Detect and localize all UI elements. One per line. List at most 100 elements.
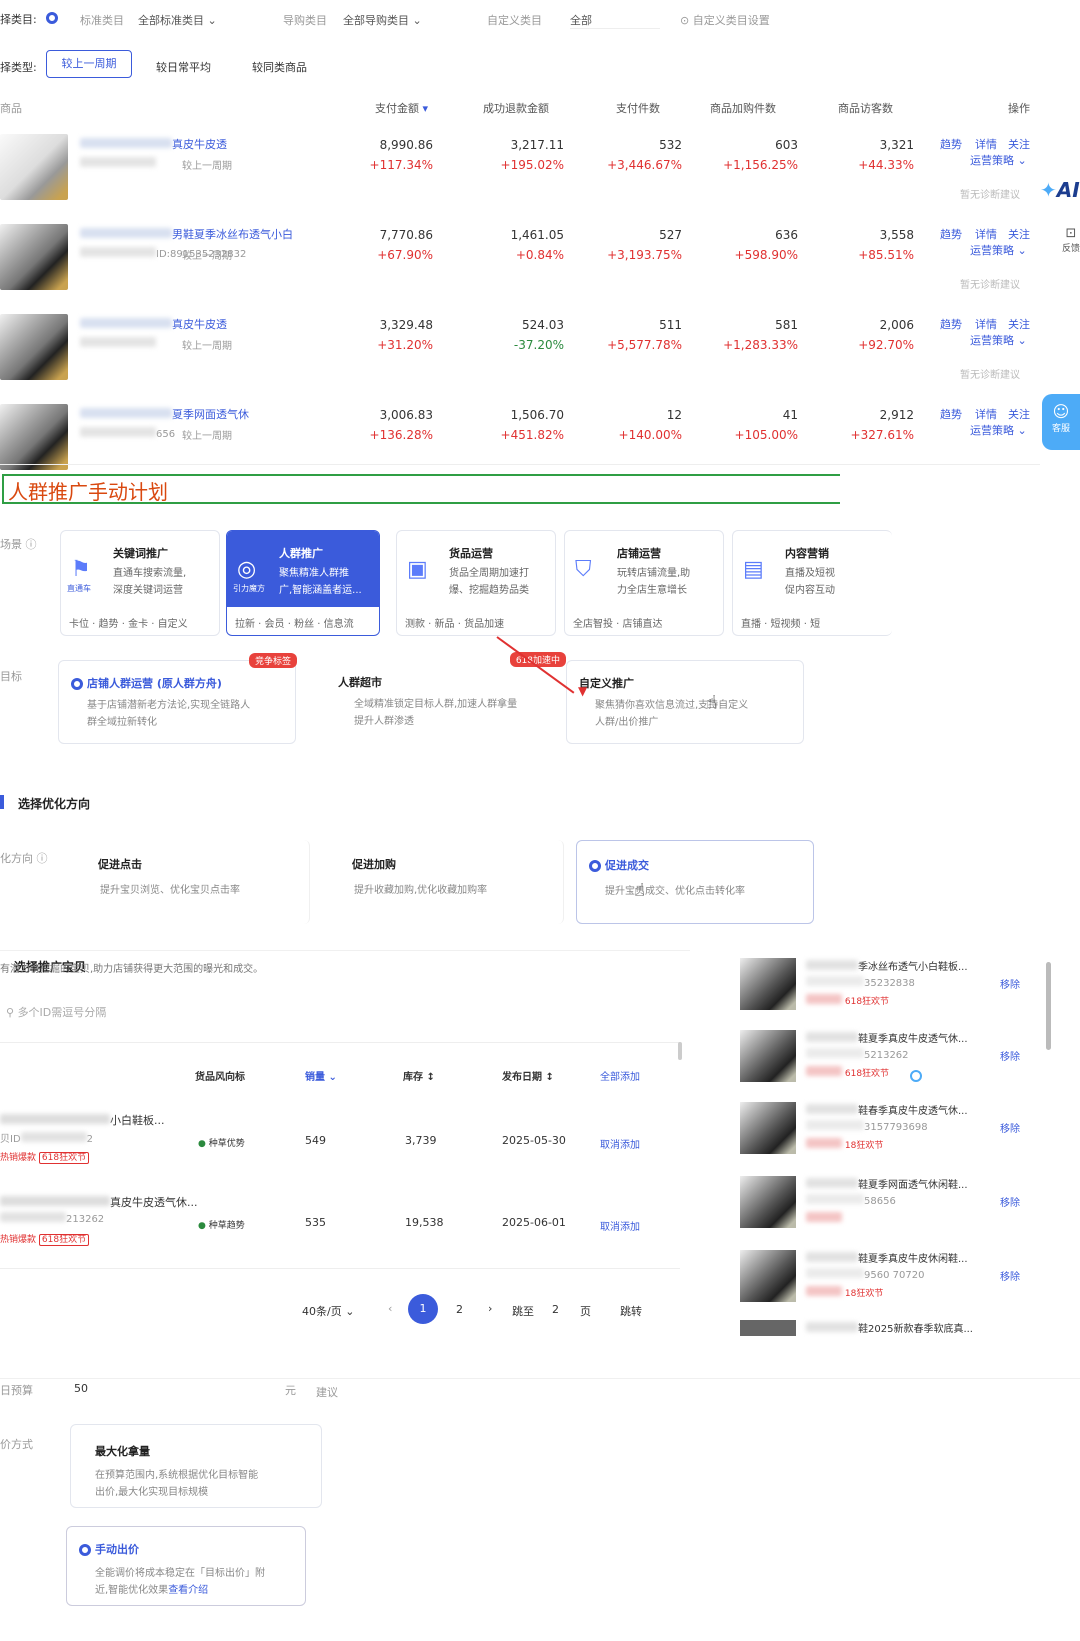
selected-thumbnail — [740, 1030, 796, 1082]
col-header-qty[interactable]: 支付件数 — [616, 100, 660, 116]
product-thumbnail[interactable] — [0, 314, 68, 380]
opt-card-1[interactable]: 促进加购 提升收藏加购,优化收藏加购率 — [326, 840, 564, 924]
compare-option-daily[interactable]: 较日常平均 — [156, 59, 211, 75]
bid-max-card[interactable]: 最大化拿量 在预算范围内,系统根据优化目标智能 出价,最大化实现目标规模 — [70, 1424, 322, 1508]
goal-badge: 竞争标签 — [248, 653, 297, 668]
prev-page-button[interactable]: ‹ — [388, 1302, 392, 1315]
col-header-pay[interactable]: 支付金额 ▾ — [375, 100, 428, 116]
page-size-select[interactable]: 40条/页 ⌄ — [302, 1303, 354, 1319]
product-name[interactable]: 真皮牛皮透 — [172, 318, 227, 331]
custom-category-select[interactable]: 全部 — [570, 12, 660, 29]
guide-category-select[interactable]: 全部导购类目 ⌄ — [343, 12, 422, 28]
goal-card-0[interactable]: 店铺人群运营 (原人群方舟) 基于店铺潜新老方法论,实现全链路人 群全域拉新转化 竞争… — [58, 653, 297, 744]
scene-icon: ▣ — [407, 557, 428, 582]
detail-link[interactable]: 详情 — [975, 226, 997, 242]
pay-value: 3,006.83 — [379, 408, 433, 422]
product-name[interactable]: 男鞋夏季冰丝布透气小白 — [172, 228, 293, 241]
trend-link[interactable]: 趋势 — [940, 406, 962, 422]
col-header-cart[interactable]: 商品加购件数 — [710, 100, 776, 116]
opt-card-2[interactable]: 促进成交 提升宝贝成交、优化点击转化率 — [576, 840, 814, 924]
page-2-button[interactable]: 2 — [456, 1303, 463, 1316]
selected-scrollbar[interactable] — [1046, 962, 1051, 1050]
compare-type-label: 择类型: — [0, 61, 37, 74]
goods-search[interactable]: ⚲ 多个ID需逗号分隔 — [6, 1004, 106, 1020]
category-radio[interactable] — [46, 12, 58, 24]
col-header-refund[interactable]: 成功退款金额 — [483, 100, 549, 116]
strategy-dropdown[interactable]: 运营策略 ⌄ — [970, 152, 1027, 168]
follow-link[interactable]: 关注 — [1008, 406, 1030, 422]
remove-button[interactable]: 移除 — [1000, 1268, 1020, 1283]
scene-label: 场景 ⓘ — [0, 538, 37, 551]
feedback-button[interactable]: ⊡ 反馈 — [1062, 226, 1080, 254]
customer-service-button[interactable]: ☺ 客服 — [1042, 394, 1080, 450]
compare-option-peer[interactable]: 较同类商品 — [252, 59, 307, 75]
goal-card-2[interactable]: 自定义推广 聚焦猜你喜欢信息流过,支持自定义 人群/出价推广 — [566, 660, 804, 744]
trend-link[interactable]: 趋势 — [940, 226, 962, 242]
trend-link[interactable]: 趋势 — [940, 136, 962, 152]
period-label: 较上一周期 — [182, 161, 232, 172]
scene-card-0[interactable]: ⚑ 直通车 关键词推广 直通车搜索流量, 深度关键词运营 卡位 · 趋势 · 金卡 · 自… — [60, 530, 220, 636]
std-category-select[interactable]: 全部标准类目 ⌄ — [138, 12, 217, 28]
scene-card-4[interactable]: ▤ 内容营销 直播及短视 促内容互动 直播 · 短视频 · 短 — [732, 530, 892, 636]
strategy-dropdown[interactable]: 运营策略 ⌄ — [970, 242, 1027, 258]
table-row[interactable]: 男鞋夏季冰丝布透气小白 — [80, 226, 293, 242]
table-row[interactable]: 夏季网面透气休 — [80, 406, 249, 422]
remove-button[interactable]: 移除 — [1000, 1194, 1020, 1209]
bid-manual-card[interactable]: 手动出价 全能调价将成本稳定在「目标出价」附 近,智能优化效果查看介绍 — [66, 1526, 306, 1606]
follow-link[interactable]: 关注 — [1008, 226, 1030, 242]
cancel-add-button[interactable]: 取消添加 — [600, 1136, 640, 1151]
goods-scrollbar[interactable] — [678, 1042, 682, 1060]
selected-item: 鞋夏季真皮牛皮休闲鞋... — [806, 1250, 968, 1265]
follow-link[interactable]: 关注 — [1008, 136, 1030, 152]
col-header-product: 商品 — [0, 102, 22, 115]
budget-label: 日预算 — [0, 1384, 33, 1397]
follow-link[interactable]: 关注 — [1008, 316, 1030, 332]
page-1-button[interactable]: 1 — [408, 1294, 438, 1324]
budget-unit: 元 — [285, 1384, 296, 1397]
detail-link[interactable]: 详情 — [975, 316, 997, 332]
scene-card-3[interactable]: ⛉ 店铺运营 玩转店铺流量,助 力全店生意增长 全店智投 · 店铺直达 — [564, 530, 724, 636]
product-thumbnail[interactable] — [0, 224, 68, 290]
goal-desc: 聚焦猜你喜欢信息流过,支持自定义 人群/出价推广 — [595, 700, 749, 728]
scene-icon-label: 直通车 — [67, 584, 91, 593]
chevron-down-icon: ⌄ — [412, 14, 422, 27]
remove-button[interactable]: 移除 — [1000, 1120, 1020, 1135]
col-header-uv[interactable]: 商品访客数 — [838, 100, 893, 116]
budget-input[interactable]: 50 — [74, 1382, 294, 1395]
arrow-head-icon: ▼ — [578, 684, 588, 698]
cancel-add-button[interactable]: 取消添加 — [600, 1218, 640, 1233]
col-date[interactable]: 发布日期 ↕ — [502, 1068, 554, 1083]
compare-option-prev[interactable]: 较上一周期 — [46, 50, 132, 78]
product-name[interactable]: 真皮牛皮透 — [172, 138, 227, 151]
next-page-button[interactable]: › — [488, 1302, 492, 1315]
opt-label: 化方向 ⓘ — [0, 852, 48, 865]
goods-row[interactable]: 小白鞋板... — [0, 1112, 165, 1128]
view-intro-link[interactable]: 查看介绍 — [168, 1585, 208, 1596]
product-thumbnail[interactable] — [0, 134, 68, 200]
trend-link[interactable]: 趋势 — [940, 316, 962, 332]
remove-button[interactable]: 移除 — [1000, 1048, 1020, 1063]
opt-desc: 提升宝贝成交、优化点击转化率 — [605, 886, 745, 897]
goal-card-1[interactable]: 人群超市 全域精准锁定目标人群,加速人群拿量 提升人群渗透 618加速中 — [326, 652, 566, 744]
ai-assistant-button[interactable]: ✦AI — [1040, 178, 1080, 202]
selected-thumbnail — [740, 1250, 796, 1302]
table-row[interactable]: 真皮牛皮透 — [80, 136, 227, 152]
jump-input[interactable]: 2 — [552, 1303, 559, 1316]
scene-card-1[interactable]: ◎ 引力魔方 人群推广 聚焦精准人群推 广,智能涵盖者运... 拉新 · 会员 · 粉丝 … — [226, 530, 380, 636]
opt-card-0[interactable]: 促进点击 提升宝贝浏览、优化宝贝点击率 — [72, 840, 310, 924]
product-thumbnail[interactable] — [0, 404, 68, 470]
table-row[interactable]: 真皮牛皮透 — [80, 316, 227, 332]
jump-button[interactable]: 跳转 — [620, 1303, 642, 1319]
product-name[interactable]: 夏季网面透气休 — [172, 408, 249, 421]
col-sales[interactable]: 销量 ⌄ — [305, 1068, 337, 1083]
col-stock[interactable]: 库存 ↕ — [403, 1068, 435, 1083]
detail-link[interactable]: 详情 — [975, 406, 997, 422]
detail-link[interactable]: 详情 — [975, 136, 997, 152]
add-all-button[interactable]: 全部添加 — [600, 1068, 640, 1083]
strategy-dropdown[interactable]: 运营策略 ⌄ — [970, 332, 1027, 348]
remove-button[interactable]: 移除 — [1000, 976, 1020, 991]
strategy-dropdown[interactable]: 运营策略 ⌄ — [970, 422, 1027, 438]
custom-category-setting[interactable]: ⊙ 自定义类目设置 — [680, 12, 770, 28]
scene-card-2[interactable]: ▣ 货品运营 货品全周期加速打 爆、挖掘趋势品类 测款 · 新品 · 货品加速 — [396, 530, 556, 636]
goods-row[interactable]: 真皮牛皮透气休... — [0, 1194, 198, 1210]
